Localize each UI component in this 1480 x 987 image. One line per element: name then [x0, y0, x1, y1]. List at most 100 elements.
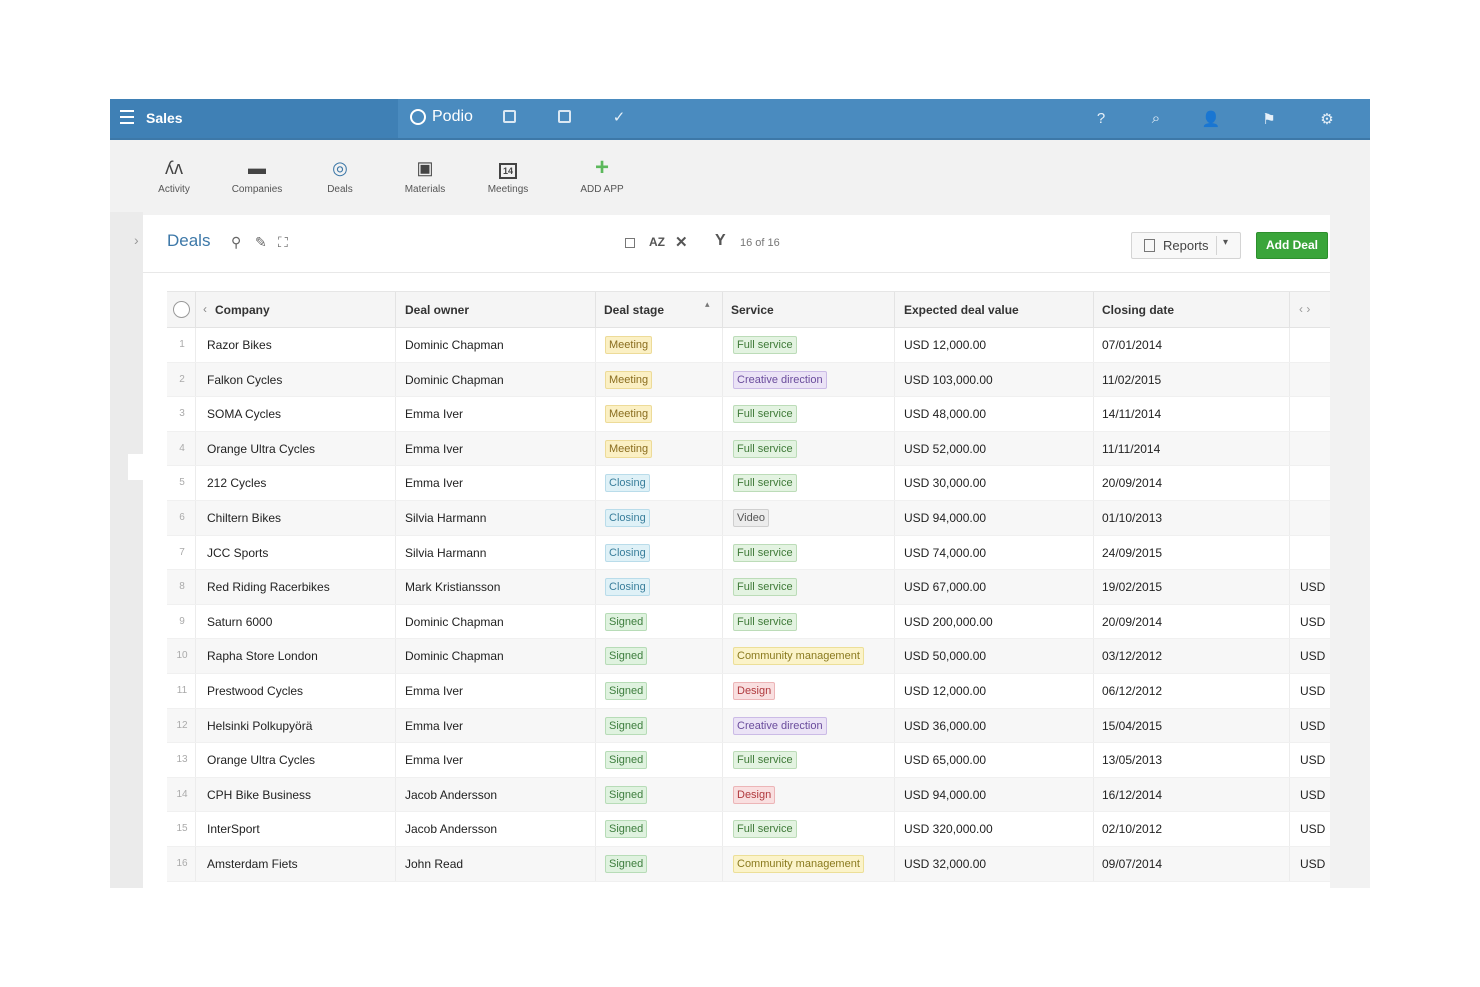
app-tab-companies[interactable]: ▬ Companies [217, 156, 297, 195]
add-deal-button[interactable]: Add Deal [1256, 232, 1328, 259]
stream-icon[interactable] [498, 110, 520, 128]
workspace-name[interactable]: Sales [146, 110, 183, 126]
fullscreen-icon[interactable]: ⛶ [278, 234, 288, 251]
company-cell[interactable]: Orange Ultra Cycles [207, 442, 315, 456]
closing-date-cell: 14/11/2014 [1102, 407, 1162, 422]
table-row[interactable]: 7 JCC Sports Silvia Harmann Closing Full ser… [167, 535, 1330, 571]
column-divider [722, 743, 723, 777]
page-title[interactable]: Deals [167, 231, 210, 251]
share-icon[interactable]: ⚲ [231, 234, 241, 251]
company-cell[interactable]: Red Riding Racerbikes [207, 580, 330, 594]
column-header-deal-owner[interactable]: Deal owner [405, 303, 469, 317]
column-divider [894, 362, 895, 397]
table-row[interactable]: 6 Chiltern Bikes Silvia Harmann Closing Vide… [167, 500, 1330, 536]
company-cell[interactable]: Chiltern Bikes [207, 511, 281, 525]
column-divider [195, 604, 196, 639]
column-header-expected-deal-value[interactable]: Expected deal value [904, 303, 1019, 317]
chevron-left-icon[interactable]: ‹ [203, 302, 207, 316]
expand-sidebar-icon[interactable]: › [134, 232, 139, 248]
column-divider [1289, 743, 1290, 777]
help-icon[interactable]: ? [1090, 110, 1112, 128]
column-divider [894, 708, 895, 743]
app-tab-materials[interactable]: ▣ Materials [385, 156, 465, 195]
tasks-icon[interactable]: ✓ [608, 108, 630, 126]
table-row[interactable]: 1 Razor Bikes Dominic Chapman Meeting Full s… [167, 328, 1330, 363]
podio-logo[interactable]: Podio [410, 108, 473, 126]
column-divider [1289, 292, 1290, 328]
table-row[interactable]: 16 Amsterdam Fiets John Read Signed Communit… [167, 846, 1330, 882]
column-divider [595, 708, 596, 743]
podio-logo-icon [410, 109, 426, 125]
company-cell[interactable]: Prestwood Cycles [207, 684, 303, 698]
filter-count: 16 of 16 [740, 237, 780, 249]
table-row[interactable]: 9 Saturn 6000 Dominic Chapman Signed Full se… [167, 604, 1330, 640]
table-row[interactable]: 2 Falkon Cycles Dominic Chapman Meeting Crea… [167, 362, 1330, 398]
company-cell[interactable]: Razor Bikes [207, 338, 272, 352]
table-row[interactable]: 3 SOMA Cycles Emma Iver Meeting Full service… [167, 397, 1330, 432]
table-row[interactable]: 8 Red Riding Racerbikes Mark Kristiansson C… [167, 570, 1330, 605]
deals-table: ‹ Company Deal owner Deal stage ▴ Servic… [167, 291, 1330, 882]
company-cell[interactable]: JCC Sports [207, 546, 268, 560]
app-tab-meetings[interactable]: 14 Meetings [468, 156, 548, 195]
row-number: 9 [179, 615, 185, 627]
rail-marker [128, 454, 143, 480]
app-tab-deals[interactable]: ◎ Deals [300, 156, 380, 195]
select-all-checkbox[interactable] [173, 301, 190, 318]
company-cell[interactable]: 212 Cycles [207, 476, 266, 490]
settings-icon[interactable]: ⚙ [1316, 110, 1338, 128]
company-cell[interactable]: Helsinki Polkupyörä [207, 719, 312, 733]
contacts-icon[interactable]: 👤 [1200, 110, 1222, 128]
sort-button[interactable]: AZ [649, 235, 665, 249]
column-divider [595, 292, 596, 328]
deal-stage-badge: Signed [605, 785, 648, 804]
table-row[interactable]: 14 CPH Bike Business Jacob Andersson Signed… [167, 777, 1330, 813]
chevron-down-icon[interactable]: ▾ [1223, 237, 1228, 248]
service-badge: Full service [733, 543, 797, 562]
column-header-company[interactable]: Company [215, 303, 270, 317]
column-divider [722, 362, 723, 397]
company-cell[interactable]: Amsterdam Fiets [207, 857, 298, 871]
tools-icon[interactable]: ✕ [675, 233, 688, 251]
reports-button[interactable]: Reports ▾ [1131, 232, 1241, 259]
column-divider [195, 328, 196, 362]
notifications-icon[interactable]: ⚑ [1258, 110, 1280, 128]
company-cell[interactable]: SOMA Cycles [207, 407, 281, 421]
calendar-icon[interactable] [553, 110, 575, 128]
company-cell[interactable]: Falkon Cycles [207, 373, 282, 387]
column-header-deal-stage[interactable]: Deal stage [604, 303, 664, 317]
column-divider [894, 292, 895, 328]
deal-stage-badge: Closing [605, 474, 650, 493]
service-badge: Full service [733, 820, 797, 839]
menu-icon[interactable] [120, 110, 134, 126]
table-row[interactable]: 15 InterSport Jacob Andersson Signed Full se… [167, 812, 1330, 847]
deal-owner-cell: Dominic Chapman [405, 338, 504, 352]
table-row[interactable]: 5 212 Cycles Emma Iver Closing Full service U… [167, 466, 1330, 501]
company-cell[interactable]: CPH Bike Business [207, 788, 311, 802]
wrench-icon[interactable]: ✎ [255, 234, 267, 251]
company-cell[interactable]: Orange Ultra Cycles [207, 753, 315, 767]
row-number: 6 [179, 511, 185, 523]
overflow-column-cell: USD [1300, 787, 1326, 802]
column-divider [1289, 846, 1290, 881]
company-cell[interactable]: Saturn 6000 [207, 615, 272, 629]
table-row[interactable]: 12 Helsinki Polkupyörä Emma Iver Signed Crea… [167, 708, 1330, 744]
filter-icon[interactable]: Y [715, 232, 726, 250]
add-app-button[interactable]: + ADD APP [562, 156, 642, 196]
table-view-icon[interactable] [625, 237, 635, 251]
search-icon[interactable]: ⌕ [1145, 110, 1167, 128]
overflow-column-cell: USD [1300, 649, 1326, 664]
column-header-service[interactable]: Service [731, 303, 774, 317]
overflow-column-cell: USD [1300, 856, 1326, 871]
table-row[interactable]: 4 Orange Ultra Cycles Emma Iver Meeting Full… [167, 431, 1330, 467]
deal-stage-badge: Signed [605, 820, 648, 839]
deals-panel: Deals ⚲ ✎ ⛶ AZ ✕ Y 16 of 16 Reports ▾ Ad… [143, 215, 1330, 888]
company-cell[interactable]: InterSport [207, 822, 260, 836]
app-tab-activity[interactable]: ʎʌ Activity [134, 156, 214, 195]
table-row[interactable]: 10 Rapha Store London Dominic Chapman Signe… [167, 639, 1330, 674]
table-row[interactable]: 11 Prestwood Cycles Emma Iver Signed Design U… [167, 673, 1330, 709]
column-scroll-icon[interactable]: ‹ › [1299, 302, 1310, 316]
column-divider [722, 466, 723, 500]
column-header-closing-date[interactable]: Closing date [1102, 303, 1174, 317]
company-cell[interactable]: Rapha Store London [207, 649, 318, 663]
table-row[interactable]: 13 Orange Ultra Cycles Emma Iver Signed Full… [167, 743, 1330, 778]
